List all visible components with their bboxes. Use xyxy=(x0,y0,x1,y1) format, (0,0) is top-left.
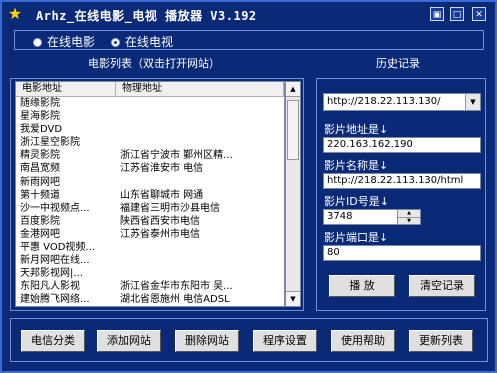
help-button[interactable]: 使用帮助 xyxy=(331,330,395,352)
list-item[interactable]: 南昌宽频 江苏省淮安市 电信 xyxy=(16,162,284,175)
list-item-movie-address: 天邦影视网|... xyxy=(20,268,83,280)
column-header-physical-address[interactable]: 物理地址 xyxy=(116,82,284,96)
history-panel: http://218.22.113.130/ ▼ 影片地址是↓ 220.163.… xyxy=(316,78,486,311)
name-field[interactable]: http://218.22.113.130/html xyxy=(323,173,481,189)
radio-dot-selected-icon xyxy=(111,38,120,47)
list-rows: 随缘影院 星海影院 我爱DVD 浙江星空影院 精灵影院 浙江省宁波市 鄞州区精... 南昌宽… xyxy=(16,97,284,306)
list-item[interactable]: 随缘影院 xyxy=(16,97,284,110)
list-item-physical-address: 浙江省金华市东阳市 吴... xyxy=(120,281,233,293)
list-item-movie-address: 南昌宽频 xyxy=(20,163,60,175)
list-item[interactable]: 东阳凡人影视 浙江省金华市东阳市 吴... xyxy=(16,280,284,293)
list-item[interactable]: 新雨网吧 xyxy=(16,176,284,189)
list-item-movie-address: 星海影院 xyxy=(20,111,60,123)
scroll-up-icon[interactable]: ▲ xyxy=(286,82,300,97)
list-item-physical-address xyxy=(116,176,284,189)
list-item-movie-address: 第十频道 xyxy=(20,189,60,201)
list-item-movie-address: 平惠 VOD视频... xyxy=(20,242,95,254)
movie-list-caption: 电影列表（双击打开网站） xyxy=(88,57,220,70)
name-label: 影片名称是↓ xyxy=(324,159,389,172)
list-item-physical-address xyxy=(116,241,284,254)
list-item[interactable]: 星海影院 xyxy=(16,110,284,123)
list-item-movie-address: 建始腾飞网络... xyxy=(20,294,90,306)
maximize-button[interactable]: □ xyxy=(450,7,464,21)
list-item-physical-address: 山东省聊城市 网通 xyxy=(120,189,204,201)
list-item-physical-address: 福建省三明市沙县电信 xyxy=(120,202,220,214)
delete-site-button[interactable]: 删除网站 xyxy=(175,330,239,352)
clear-history-button[interactable]: 清空记录 xyxy=(409,275,475,297)
close-button[interactable]: ✕ xyxy=(472,7,486,21)
list-item[interactable]: 第十频道 山东省聊城市 网通 xyxy=(16,189,284,202)
bottom-toolbar: 电信分类 添加网站 删除网站 程序设置 使用帮助 更新列表 xyxy=(10,318,488,362)
list-item[interactable]: 浙江星空影院 xyxy=(16,136,284,149)
list-item[interactable]: 天邦影视网|... xyxy=(16,267,284,280)
history-caption: 历史记录 xyxy=(376,57,420,70)
radio-online-movie[interactable]: 在线电影 xyxy=(33,33,95,50)
list-item[interactable]: 金港网吧 江苏省泰州市电信 xyxy=(16,228,284,241)
list-item[interactable]: 精灵影院 浙江省宁波市 鄞州区精... xyxy=(16,149,284,162)
list-item[interactable]: 百度影院 陕西省西安市电信 xyxy=(16,215,284,228)
list-item-physical-address: 江苏省泰州市电信 xyxy=(120,228,200,240)
address-label: 影片地址是↓ xyxy=(324,123,389,136)
title-bar[interactable]: ★ Arhz_在线电影_电视 播放器 V3.192 ▣ □ ✕ xyxy=(2,2,495,26)
list-item-physical-address: 浙江省宁波市 鄞州区精... xyxy=(120,150,233,162)
chevron-down-icon[interactable]: ▼ xyxy=(465,94,480,110)
radio-online-tv[interactable]: 在线电视 xyxy=(111,33,173,50)
list-item-movie-address: 新雨网吧 xyxy=(20,176,60,188)
telecom-category-button[interactable]: 电信分类 xyxy=(21,330,85,352)
list-scrollbar[interactable]: ▲ ▼ xyxy=(285,81,301,307)
history-dropdown[interactable]: http://218.22.113.130/ ▼ xyxy=(323,93,481,111)
list-item-movie-address: 百度影院 xyxy=(20,215,60,227)
list-item[interactable]: 新月网吧在线... xyxy=(16,254,284,267)
list-item-movie-address: 浙江星空影院 xyxy=(20,137,80,149)
radio-online-movie-label: 在线电影 xyxy=(47,35,96,49)
history-dropdown-value: http://218.22.113.130/ xyxy=(327,96,441,107)
port-label: 影片端口是↓ xyxy=(324,231,389,244)
spin-down-icon[interactable]: ▼ xyxy=(398,218,420,225)
add-site-button[interactable]: 添加网站 xyxy=(97,330,161,352)
list-item[interactable]: 平惠 VOD视频... xyxy=(16,241,284,254)
window-title: Arhz_在线电影_电视 播放器 V3.192 xyxy=(36,9,257,23)
movie-list[interactable]: 电影地址 物理地址 随缘影院星海影院 我爱DVD 浙江星空影院 精灵影院 浙江省宁波市 … xyxy=(15,81,285,307)
list-item-movie-address: 我爱DVD xyxy=(20,124,63,136)
radio-dot-icon xyxy=(33,38,42,47)
list-item-physical-address xyxy=(116,110,284,123)
list-item-physical-address: 湖北省恩施州 电信ADSL xyxy=(120,294,230,306)
list-item[interactable]: 沙一中视频点... 福建省三明市沙县电信 xyxy=(16,202,284,215)
list-item-movie-address: 沙一中视频点... xyxy=(20,202,90,214)
list-item-movie-address: 金港网吧 xyxy=(20,228,60,240)
port-field[interactable]: 80 xyxy=(323,245,481,261)
list-item-physical-address xyxy=(116,267,284,280)
address-field[interactable]: 220.163.162.190 xyxy=(323,137,481,153)
radio-online-tv-label: 在线电视 xyxy=(125,35,174,49)
list-item-physical-address xyxy=(116,136,284,149)
column-header-movie-address[interactable]: 电影地址 xyxy=(16,82,116,96)
list-item-physical-address: 江苏省淮安市 电信 xyxy=(120,163,204,175)
star-icon: ★ xyxy=(7,4,23,23)
minimize-button[interactable]: ▣ xyxy=(430,7,444,21)
list-item-physical-address xyxy=(116,97,284,110)
app-window: ★ Arhz_在线电影_电视 播放器 V3.192 ▣ □ ✕ 在线电影 在线电… xyxy=(0,0,497,373)
list-item-movie-address: 精灵影院 xyxy=(20,150,60,162)
list-item[interactable]: 我爱DVD xyxy=(16,123,284,136)
id-label: 影片ID号是↓ xyxy=(324,195,389,208)
mode-selector: 在线电影 在线电视 xyxy=(14,30,484,50)
list-item[interactable]: 建始腾飞网络... 湖北省恩施州 电信ADSL xyxy=(16,293,284,306)
play-button[interactable]: 播 放 xyxy=(329,275,395,297)
id-field[interactable]: 3748 xyxy=(323,209,399,225)
list-item-movie-address: 东阳凡人影视 xyxy=(20,281,80,293)
list-item-physical-address xyxy=(116,123,284,136)
list-header: 电影地址 物理地址 xyxy=(16,82,284,97)
scroll-thumb[interactable] xyxy=(287,100,299,160)
id-spinner[interactable]: ▲ ▼ xyxy=(397,209,421,225)
list-item-physical-address: 陕西省西安市电信 xyxy=(120,215,200,227)
update-list-button[interactable]: 更新列表 xyxy=(409,330,473,352)
scroll-down-icon[interactable]: ▼ xyxy=(286,291,300,306)
list-item-movie-address: 随缘影院 xyxy=(20,98,60,109)
settings-button[interactable]: 程序设置 xyxy=(253,330,317,352)
movie-list-panel: 电影地址 物理地址 随缘影院星海影院 我爱DVD 浙江星空影院 精灵影院 浙江省宁波市 … xyxy=(10,78,304,311)
spin-up-icon[interactable]: ▲ xyxy=(398,210,420,218)
list-item-physical-address xyxy=(116,254,284,267)
list-item-movie-address: 新月网吧在线... xyxy=(20,255,90,267)
